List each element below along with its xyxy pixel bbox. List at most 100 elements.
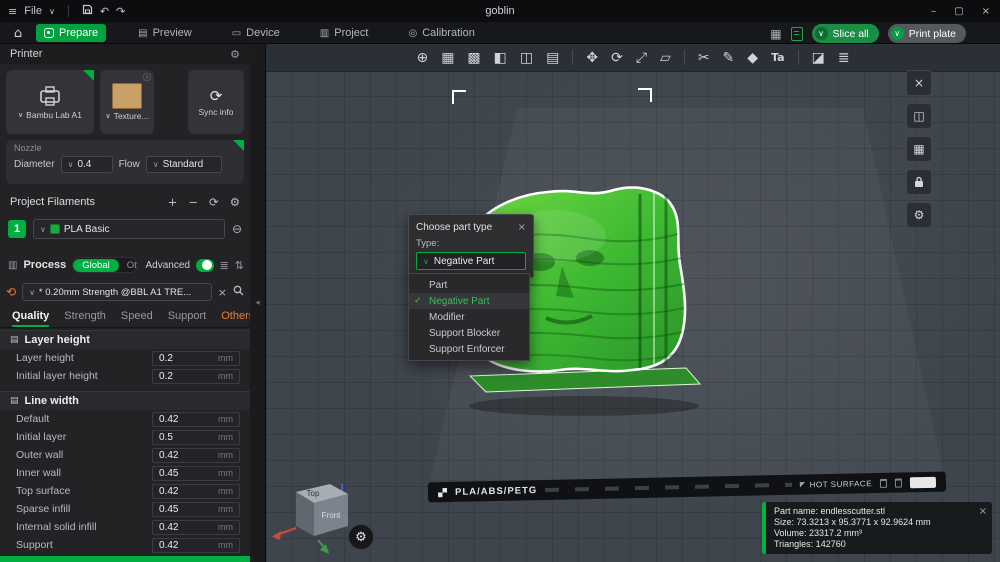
printer-card[interactable]: ∨ Bambu Lab A1 [6, 70, 94, 134]
param-input[interactable]: 0.42 mm [152, 411, 240, 427]
text-tool-icon[interactable]: Ta [771, 52, 785, 63]
param-input[interactable]: 0.45 mm [152, 465, 240, 481]
file-menu[interactable]: File [24, 5, 42, 17]
flow-select[interactable]: ∨ Standard [145, 156, 222, 173]
tab-strength[interactable]: Strength [64, 310, 106, 327]
home-button[interactable]: ⌂ [8, 24, 28, 42]
variable-layer-height-icon[interactable]: ≣ [838, 51, 850, 65]
print-options-chevron-icon[interactable]: ∨ [890, 27, 904, 40]
tab-others[interactable]: Others [221, 310, 250, 327]
save-icon[interactable] [82, 4, 93, 18]
filament-select[interactable]: ∨ PLA Basic [33, 219, 225, 239]
advanced-toggle[interactable] [196, 258, 214, 272]
tab-quality[interactable]: Quality [12, 310, 50, 327]
dialog-close-icon[interactable]: × [518, 222, 526, 233]
param-input[interactable]: 0.42 mm [152, 537, 240, 553]
param-input[interactable]: 0.5 mm [152, 429, 240, 445]
split-to-parts-icon[interactable]: ▤ [546, 51, 559, 65]
filament-index-badge[interactable]: 1 [8, 220, 26, 238]
paint-support-icon[interactable]: ✎ [723, 51, 735, 65]
group-line-width[interactable]: ▤ Line width [0, 391, 250, 410]
viewport-3d[interactable]: ⊕ ▦ ▩ ◧ ◫ ▤ ✥ ⟳ ⤢ ▱ ✂ ✎ ◆ Ta ◪ ≣ PLA/ABS… [266, 44, 1000, 562]
maximize-button[interactable]: ▢ [954, 6, 963, 17]
param-input[interactable]: 0.42 mm [152, 447, 240, 463]
arrange-objects-icon[interactable]: ▦ [441, 51, 454, 65]
rotate-icon[interactable]: ⟳ [611, 51, 623, 65]
part-type-select[interactable]: ∨ Negative Part [416, 252, 526, 270]
param-input[interactable]: 0.42 mm [152, 483, 240, 499]
split-to-objects-icon[interactable]: ◫ [520, 51, 533, 65]
assembly-view-icon[interactable]: ▦ [770, 27, 781, 41]
add-filament-icon[interactable]: + [168, 195, 178, 209]
close-button[interactable]: × [982, 6, 990, 17]
seam-icon[interactable]: ◆ [747, 51, 758, 65]
view-all-settings-icon[interactable]: ≣ [220, 259, 229, 272]
undo-icon[interactable]: ↶ [100, 5, 109, 18]
plate-info-icon[interactable]: ⓘ [143, 72, 151, 83]
part-info-panel: × Part name: endlesscutter.stl Size: 73.… [762, 502, 992, 554]
auto-orient-icon[interactable]: ◧ [494, 51, 507, 65]
option-support-enforcer[interactable]: Support Enforcer [409, 341, 529, 357]
param-input[interactable]: 0.42 mm [152, 519, 240, 535]
add-plate-icon[interactable]: ⊕ [416, 51, 428, 65]
param-input[interactable]: 0.2 mm [152, 350, 240, 366]
compare-presets-icon[interactable]: ⇅ [235, 259, 244, 272]
sync-info-button[interactable]: ⟳ Sync info [188, 70, 244, 134]
print-plate-button[interactable]: ∨ Print plate [887, 24, 966, 43]
filament-settings-gear-icon[interactable]: ⚙ [230, 195, 240, 209]
view-cube-icon[interactable]: ◫ [906, 103, 932, 129]
search-settings-icon[interactable] [233, 283, 244, 301]
tab-project[interactable]: ▥ Project [312, 24, 377, 42]
option-part[interactable]: Part [409, 277, 529, 293]
minimize-button[interactable]: – [931, 6, 936, 17]
orientation-gizmo[interactable]: Top Front [266, 470, 362, 562]
param-row: Inner wall 0.45 mm [0, 464, 250, 482]
viewport-settings-gear-button[interactable]: ⚙ [348, 524, 374, 550]
sidebar-collapse-strip[interactable]: ◂ [250, 44, 266, 562]
slice-options-chevron-icon[interactable]: ∨ [814, 27, 828, 40]
printer-synced-badge [83, 70, 94, 81]
sweep-icon[interactable]: ◪ [812, 51, 825, 65]
sidebar-resize-accent[interactable] [0, 556, 250, 562]
build-plate-card[interactable]: ⓘ ∨ Texture... [100, 70, 154, 134]
tab-prepare[interactable]: Prepare [36, 24, 107, 42]
scale-icon[interactable]: ⤢ [636, 51, 647, 65]
remove-filament-icon[interactable]: − [188, 195, 198, 209]
redo-icon[interactable]: ↷ [116, 5, 125, 18]
tab-device[interactable]: ▭ Device [224, 24, 288, 42]
slice-all-button[interactable]: ∨ Slice all [811, 24, 879, 43]
info-close-icon[interactable]: × [979, 506, 987, 517]
tab-support[interactable]: Support [168, 310, 207, 327]
tab-calibration[interactable]: ◎ Calibration [401, 24, 483, 42]
plate-settings-icon[interactable]: ▦ [906, 136, 932, 162]
lock-icon[interactable] [906, 169, 932, 195]
filament-remove-icon[interactable]: ⊖ [232, 222, 242, 236]
process-preset-select[interactable]: ∨ * 0.20mm Strength @BBL A1 TRE... [22, 283, 212, 301]
tab-preview[interactable]: ▤ Preview [130, 24, 200, 42]
arrange-plate-icon[interactable]: ▩ [467, 51, 480, 65]
cut-icon[interactable]: ✂ [698, 51, 710, 65]
reset-preset-icon[interactable]: ⟲ [6, 285, 16, 299]
flatten-icon[interactable]: ▱ [660, 51, 671, 65]
process-objects-option[interactable]: Objects [119, 259, 137, 272]
option-negative-part[interactable]: ✓ Negative Part [409, 293, 529, 309]
param-input[interactable]: 0.2 mm [152, 368, 240, 384]
sidebar: Printer ⚙ ∨ Bambu Lab A1 ⓘ ∨ Texture... ⟳ … [0, 44, 250, 562]
sync-filaments-icon[interactable]: ⟳ [209, 195, 219, 209]
param-input[interactable]: 0.45 mm [152, 501, 240, 517]
process-scope-toggle[interactable]: Global Objects [72, 257, 138, 273]
printer-settings-gear-icon[interactable]: ⚙ [230, 48, 240, 61]
tab-speed[interactable]: Speed [121, 310, 153, 327]
diameter-select[interactable]: ∨ 0.4 [60, 156, 113, 173]
menu-icon[interactable]: ≡ [8, 5, 17, 18]
move-icon[interactable]: ✥ [586, 51, 598, 65]
option-support-blocker[interactable]: Support Blocker [409, 325, 529, 341]
sliced-file-icon[interactable] [790, 26, 803, 41]
process-global-option[interactable]: Global [73, 258, 119, 272]
option-modifier[interactable]: Modifier [409, 309, 529, 325]
clear-preset-icon[interactable]: × [218, 286, 227, 299]
group-layer-height[interactable]: ▤ Layer height [0, 330, 250, 349]
exit-tool-icon[interactable]: × [906, 70, 932, 96]
file-menu-chevron-icon[interactable]: ∨ [49, 7, 55, 16]
render-options-gear-icon[interactable]: ⚙ [906, 202, 932, 228]
